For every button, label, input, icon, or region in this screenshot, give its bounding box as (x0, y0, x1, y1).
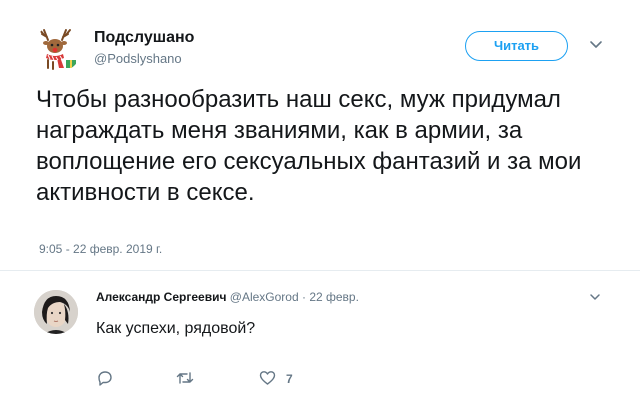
reindeer-logo-icon (39, 29, 76, 70)
author-avatar[interactable] (34, 24, 82, 72)
tweet-text: Чтобы разнообразить наш секс, муж придум… (36, 86, 582, 206)
reply-date[interactable]: 22 февр. (309, 290, 359, 304)
chevron-down-icon[interactable] (589, 40, 603, 50)
reply-separator: · (298, 290, 310, 304)
reply-handle[interactable]: @AlexGorod (230, 290, 299, 304)
divider (0, 270, 640, 271)
like-count[interactable]: 7 (286, 372, 293, 386)
retweet-icon[interactable] (176, 370, 194, 386)
reply-avatar[interactable] (34, 290, 78, 334)
follow-button[interactable]: Читать (465, 31, 568, 61)
user-photo-icon (34, 290, 78, 334)
author-name[interactable]: Подслушано (94, 29, 194, 47)
tweet-timestamp[interactable]: 9:05 - 22 февр. 2019 г. (39, 242, 162, 256)
heart-icon[interactable] (259, 370, 276, 386)
reply-author-name[interactable]: Александр Сергеевич (96, 290, 226, 304)
author-handle[interactable]: @Podslyshano (94, 51, 182, 66)
reply-icon[interactable] (97, 370, 113, 386)
reply-header: Александр Сергеевич @AlexGorod · 22 февр… (96, 290, 359, 304)
reply-text: Как успехи, рядовой? (96, 320, 256, 337)
reply-chevron-down-icon[interactable] (589, 293, 601, 302)
